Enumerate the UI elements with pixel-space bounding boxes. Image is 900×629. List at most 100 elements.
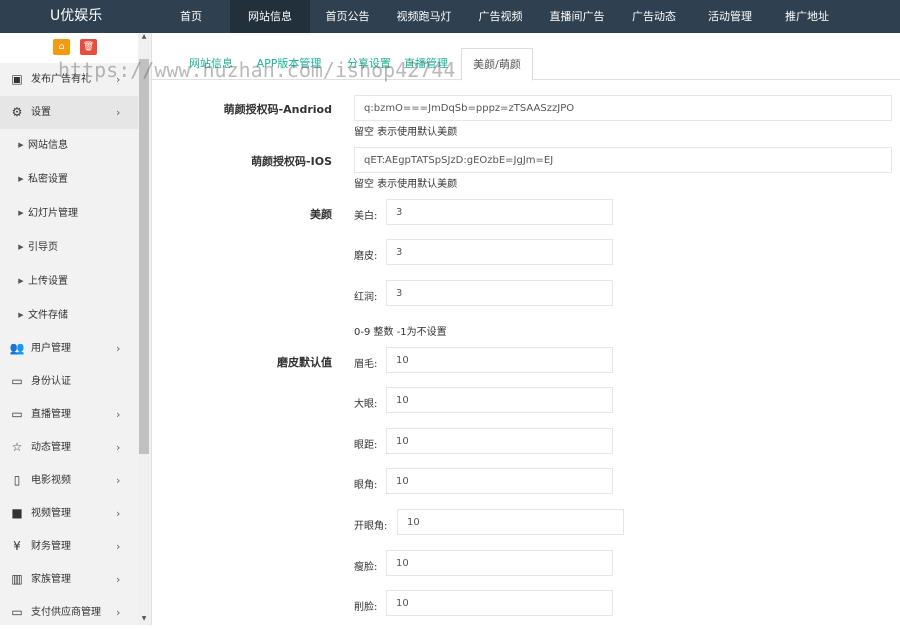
- android-auth-help: 留空 表示使用默认美颜: [354, 127, 458, 138]
- home-icon[interactable]: ⌂: [53, 39, 70, 55]
- monitor-icon: ▭: [11, 605, 23, 619]
- nav-promo-url[interactable]: 推广地址: [768, 0, 846, 33]
- sidebar-item-feed[interactable]: ☆ 动态管理 ›: [0, 431, 138, 464]
- skin-default-label: 磨皮默认值: [277, 356, 332, 369]
- ios-auth-help: 留空 表示使用默认美颜: [354, 179, 458, 190]
- open-eye-corner-label: 开眼角:: [354, 521, 388, 532]
- sidebar-item-live[interactable]: ▭ 直播管理 ›: [0, 398, 138, 431]
- sidebar-item-payment-providers[interactable]: ▭ 支付供应商管理 ›: [0, 596, 138, 629]
- ios-auth-input[interactable]: [354, 147, 892, 173]
- sidebar-item-label: 支付供应商管理: [31, 607, 101, 618]
- open-eye-corner-input[interactable]: [397, 509, 624, 535]
- big-eye-input[interactable]: [386, 387, 613, 413]
- chevron-right-icon: ›: [116, 540, 121, 553]
- sidebar-item-label: 文件存储: [28, 310, 68, 321]
- sidebar-subitem-guide-page[interactable]: ▶ 引导页: [0, 231, 138, 264]
- sidebar-item-settings[interactable]: ⚙ 设置 ›: [0, 96, 138, 129]
- tab-app-version[interactable]: APP版本管理: [240, 48, 338, 80]
- eyebrow-input[interactable]: [386, 347, 613, 373]
- chevron-right-icon: ›: [116, 507, 121, 520]
- sidebar-subitem-storage[interactable]: ▶ 文件存储: [0, 299, 138, 332]
- nav-ad-feed[interactable]: 广告动态: [616, 0, 692, 33]
- sidebar: ⌂ 🗑 ▣ 发布广告有礼 › ⚙ 设置 › ▶ 网站信息 ▶ 私密设置 ▶ 幻灯…: [0, 33, 152, 625]
- smoothing-input[interactable]: [386, 239, 613, 265]
- scroll-up-arrow-icon[interactable]: ▲: [139, 33, 149, 41]
- nav-home-notice[interactable]: 首页公告: [310, 0, 385, 33]
- phone-icon: ▯: [13, 473, 21, 487]
- sidebar-item-videos[interactable]: ■ 视频管理 ›: [0, 497, 138, 530]
- chevron-right-icon: ›: [116, 573, 121, 586]
- beauty-label: 美颜: [310, 208, 332, 221]
- users-icon: 👥: [9, 341, 25, 355]
- rosy-label: 红润:: [354, 292, 378, 303]
- slim-face-label: 瘦脸:: [354, 562, 378, 573]
- sidebar-subitem-site-info[interactable]: ▶ 网站信息: [0, 129, 138, 162]
- nav-activity-manage[interactable]: 活动管理: [692, 0, 768, 33]
- chevron-right-icon: ›: [116, 106, 121, 119]
- sidebar-item-label: 家族管理: [31, 574, 71, 585]
- sidebar-item-label: 网站信息: [28, 140, 68, 151]
- narrow-face-label: 削脸:: [354, 602, 378, 613]
- chevron-right-icon: ›: [116, 474, 121, 487]
- sidebar-subitem-slides[interactable]: ▶ 幻灯片管理: [0, 197, 138, 230]
- chevron-right-icon: ›: [116, 606, 121, 619]
- sidebar-item-family[interactable]: ▥ 家族管理 ›: [0, 563, 138, 596]
- nav-ad-video[interactable]: 广告视频: [463, 0, 538, 33]
- yen-icon: ¥: [13, 539, 21, 553]
- android-auth-input[interactable]: [354, 95, 892, 121]
- rosy-input[interactable]: [386, 280, 613, 306]
- caret-right-icon: ▶: [18, 311, 24, 319]
- sidebar-item-label: 身份认证: [31, 376, 71, 387]
- caret-right-icon: ▶: [18, 277, 24, 285]
- nav-site-info[interactable]: 网站信息: [230, 0, 310, 33]
- monitor-icon: ▭: [11, 374, 23, 388]
- narrow-face-input[interactable]: [386, 590, 613, 616]
- sidebar-item-label: 设置: [31, 107, 51, 118]
- sidebar-item-label: 上传设置: [28, 276, 68, 287]
- sidebar-subitem-privacy[interactable]: ▶ 私密设置: [0, 163, 138, 196]
- chevron-right-icon: ›: [116, 342, 121, 355]
- nav-video-marquee[interactable]: 视频跑马灯: [385, 0, 463, 33]
- eyebrow-label: 眉毛:: [354, 359, 378, 370]
- nav-home[interactable]: 首页: [152, 0, 230, 33]
- eye-distance-label: 眼距:: [354, 440, 378, 451]
- brand-logo: U优娱乐: [50, 8, 103, 24]
- sidebar-item-label: 视频管理: [31, 508, 71, 519]
- smoothing-label: 磨皮:: [354, 251, 378, 262]
- sidebar-item-users[interactable]: 👥 用户管理 ›: [0, 332, 138, 365]
- sidebar-item-publish-ad[interactable]: ▣ 发布广告有礼 ›: [0, 63, 138, 96]
- gears-icon: ⚙: [11, 105, 23, 119]
- sidebar-scrollbar[interactable]: ▲ ▼: [138, 33, 150, 625]
- eye-corner-input[interactable]: [386, 468, 613, 494]
- sidebar-item-label: 直播管理: [31, 409, 71, 420]
- sidebar-item-label: 幻灯片管理: [28, 208, 78, 219]
- scroll-down-arrow-icon[interactable]: ▼: [139, 615, 149, 623]
- scrollbar-thumb[interactable]: [139, 59, 149, 454]
- sidebar-item-label: 私密设置: [28, 174, 68, 185]
- chevron-right-icon: ›: [116, 441, 121, 454]
- eye-corner-label: 眼角:: [354, 480, 378, 491]
- caret-right-icon: ▶: [18, 141, 24, 149]
- bank-icon: ▥: [11, 572, 23, 586]
- sidebar-item-label: 引导页: [28, 242, 58, 253]
- slim-face-input[interactable]: [386, 550, 613, 576]
- tab-beauty[interactable]: 美颜/萌颜: [461, 48, 533, 81]
- sidebar-item-label: 用户管理: [31, 343, 71, 354]
- camera-icon: ▣: [11, 72, 23, 86]
- eye-distance-input[interactable]: [386, 428, 613, 454]
- beauty-help: 0-9 整数 -1为不设置: [354, 327, 447, 338]
- nav-live-room-ad[interactable]: 直播间广告: [538, 0, 616, 33]
- sidebar-item-identity[interactable]: ▭ 身份认证: [0, 365, 138, 398]
- sidebar-item-movies[interactable]: ▯ 电影视频 ›: [0, 464, 138, 497]
- monitor-icon: ▭: [11, 407, 23, 421]
- sidebar-toolbar: ⌂ 🗑: [0, 33, 138, 63]
- tab-site-info[interactable]: 网站信息: [172, 48, 250, 80]
- caret-right-icon: ▶: [18, 243, 24, 251]
- sidebar-subitem-upload[interactable]: ▶ 上传设置: [0, 265, 138, 298]
- sidebar-item-label: 财务管理: [31, 541, 71, 552]
- whitening-input[interactable]: [386, 199, 613, 225]
- trash-icon[interactable]: 🗑: [80, 39, 97, 55]
- sidebar-item-finance[interactable]: ¥ 财务管理 ›: [0, 530, 138, 563]
- caret-right-icon: ▶: [18, 175, 24, 183]
- tab-live-manage[interactable]: 直播管理: [394, 48, 458, 80]
